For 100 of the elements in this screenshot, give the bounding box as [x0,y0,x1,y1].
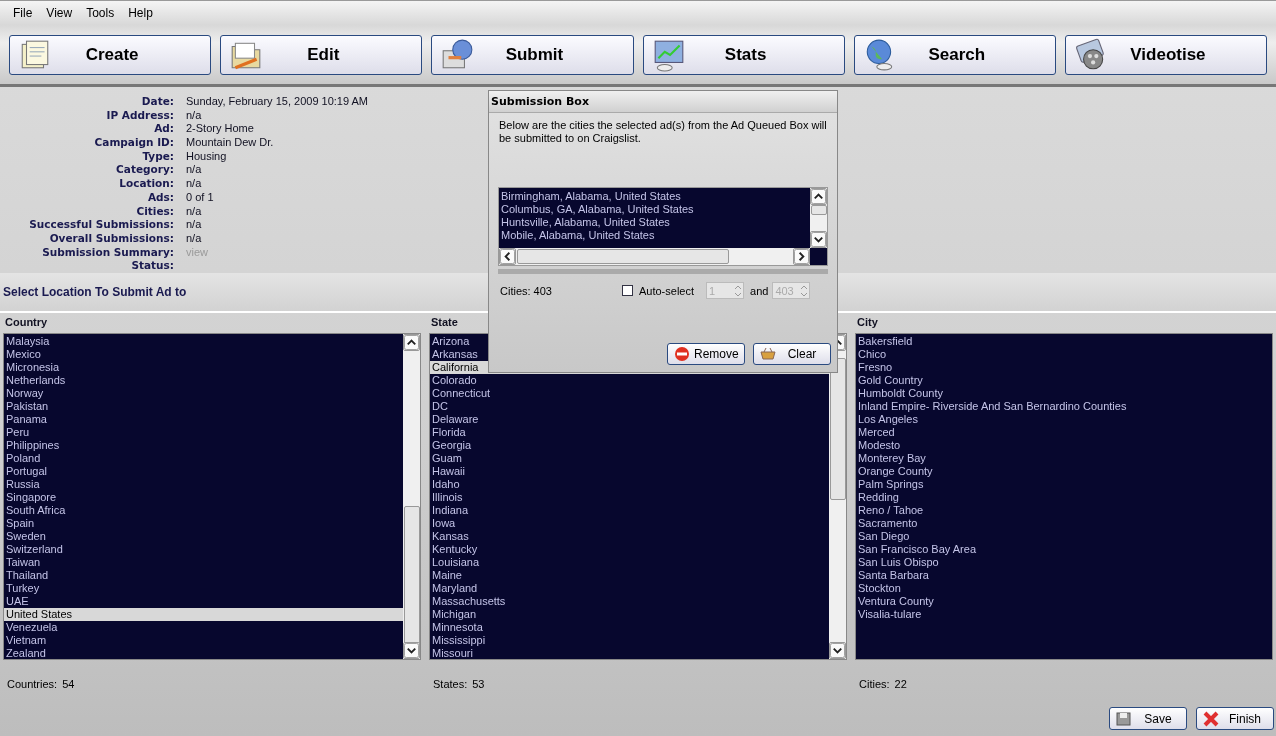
list-item[interactable]: Switzerland [4,543,403,556]
scrollbar[interactable] [810,188,827,248]
list-item[interactable]: Hawaii [430,465,829,478]
list-item[interactable]: Los Angeles [856,413,1272,426]
list-item[interactable]: Humboldt County [856,387,1272,400]
list-item[interactable]: Minnesota [430,621,829,634]
list-item[interactable]: Singapore [4,491,403,504]
list-item[interactable]: Florida [430,426,829,439]
list-item[interactable]: Mobile, Alabama, United States [499,229,810,242]
scrollbar[interactable] [829,334,846,659]
list-item[interactable]: Pakistan [4,400,403,413]
list-item[interactable]: Taiwan [4,556,403,569]
list-item[interactable]: Bakersfield [856,335,1272,348]
list-item[interactable]: San Diego [856,530,1272,543]
list-item[interactable]: Ventura County [856,595,1272,608]
list-item[interactable]: Modesto [856,439,1272,452]
toolbar-button[interactable]: Edit [220,34,423,75]
footer-button[interactable]: Finish [1196,707,1274,730]
checkbox[interactable] [622,285,633,296]
list-item[interactable]: Mexico [4,348,403,361]
scroll-down-icon[interactable] [829,642,846,659]
list-item[interactable]: Zealand [4,647,403,659]
list-item[interactable]: Santa Barbara [856,569,1272,582]
dialog-button[interactable]: Clear [753,343,831,365]
list-item[interactable]: Spain [4,517,403,530]
list-item[interactable]: Huntsville, Alabama, United States [499,216,810,229]
list-item[interactable]: Sacramento [856,517,1272,530]
list-item[interactable]: Michigan [430,608,829,621]
list-item[interactable]: Monterey Bay [856,452,1272,465]
list-item[interactable]: United States [4,608,403,621]
toolbar-button[interactable]: Submit [431,34,634,75]
list-item[interactable]: Redding [856,491,1272,504]
list-item[interactable]: Missouri [430,647,829,659]
list-item[interactable]: Indiana [430,504,829,517]
list-item[interactable]: Georgia [430,439,829,452]
scroll-left-icon[interactable] [499,248,516,265]
scroll-right-icon[interactable] [793,248,810,265]
list-item[interactable]: Venezuela [4,621,403,634]
menu-item[interactable]: View [39,4,80,22]
list-item[interactable]: Guam [430,452,829,465]
menu-item[interactable]: Tools [79,4,122,22]
scrollbar[interactable] [403,334,420,659]
list-item[interactable]: Massachusetts [430,595,829,608]
menu-item[interactable]: File [6,4,40,22]
list-item[interactable]: Palm Springs [856,478,1272,491]
list-item[interactable]: Netherlands [4,374,403,387]
scroll-up-icon[interactable] [810,188,827,205]
scroll-down-icon[interactable] [403,642,420,659]
scroll-thumb[interactable] [830,358,846,500]
list-item[interactable]: Merced [856,426,1272,439]
list-item[interactable]: Connecticut [430,387,829,400]
footer-button[interactable]: Save [1109,707,1187,730]
list-item[interactable]: Idaho [430,478,829,491]
toolbar-button[interactable]: Stats [642,34,845,75]
list-item[interactable]: Panama [4,413,403,426]
list-item[interactable]: Thailand [4,569,403,582]
list-item[interactable]: Reno / Tahoe [856,504,1272,517]
list-item[interactable]: Peru [4,426,403,439]
list-item[interactable]: Colorado [430,374,829,387]
list-item[interactable]: Stockton [856,582,1272,595]
list-item[interactable]: Columbus, GA, Alabama, United States [499,203,810,216]
list-item[interactable]: Micronesia [4,361,403,374]
list-item[interactable]: Fresno [856,361,1272,374]
list-item[interactable]: San Francisco Bay Area [856,543,1272,556]
list-item[interactable]: Chico [856,348,1272,361]
scroll-thumb[interactable] [517,249,729,264]
list-item[interactable]: Portugal [4,465,403,478]
list-item[interactable]: Maryland [430,582,829,595]
menu-item[interactable]: Help [121,4,160,22]
list-item[interactable]: Gold Country [856,374,1272,387]
list-item[interactable]: Visalia-tulare [856,608,1272,621]
list-item[interactable]: Maine [430,569,829,582]
list-item[interactable]: Russia [4,478,403,491]
toolbar-button[interactable]: Search [853,34,1056,75]
list-item[interactable]: Orange County [856,465,1272,478]
list-item[interactable]: Delaware [430,413,829,426]
dialog-button[interactable]: Remove [667,343,745,365]
scroll-down-icon[interactable] [810,231,827,248]
list-item[interactable]: Mississippi [430,634,829,647]
toolbar-button[interactable]: Create [9,34,212,75]
list-item[interactable]: South Africa [4,504,403,517]
list-item[interactable]: Birmingham, Alabama, United States [499,190,810,203]
list-item[interactable]: DC [430,400,829,413]
list-item[interactable]: Turkey [4,582,403,595]
list-item[interactable]: Norway [4,387,403,400]
list-item[interactable]: Inland Empire- Riverside And San Bernardino Counties [856,400,1272,413]
horizontal-scrollbar[interactable] [499,248,810,265]
list-item[interactable]: San Luis Obispo [856,556,1272,569]
list-item[interactable]: Iowa [430,517,829,530]
list-item[interactable]: Kentucky [430,543,829,556]
list-item[interactable]: Illinois [430,491,829,504]
scroll-up-icon[interactable] [403,334,420,351]
list-item[interactable]: Vietnam [4,634,403,647]
scroll-thumb[interactable] [811,205,827,215]
list-item[interactable]: Malaysia [4,335,403,348]
list-item[interactable]: Philippines [4,439,403,452]
list-item[interactable]: Poland [4,452,403,465]
list-item[interactable]: Kansas [430,530,829,543]
list-item[interactable]: UAE [4,595,403,608]
list-item[interactable]: Louisiana [430,556,829,569]
